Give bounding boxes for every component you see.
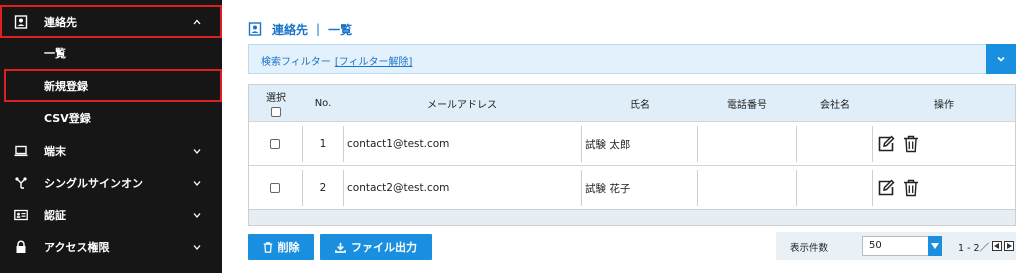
highlight-box-new	[4, 69, 222, 102]
per-page-dropdown-button[interactable]	[928, 236, 942, 256]
prev-page-button[interactable]	[992, 241, 1002, 251]
next-page-button[interactable]	[1004, 241, 1014, 251]
breadcrumb-page: 一覧	[328, 22, 353, 37]
filter-label: 検索フィルター	[261, 57, 331, 68]
trash-icon	[263, 241, 272, 253]
column-header-company: 会社名	[820, 99, 850, 111]
page-title: 連絡先 | 一覧	[248, 20, 352, 38]
table-row: 2 contact2@test.com 試験 花子	[249, 165, 1015, 209]
chevron-down-icon	[193, 213, 201, 218]
column-divider	[302, 126, 303, 162]
sidebar: 連絡先 一覧 新規登録 CSV登録 端末 シングルサインオン 認証 アクセス権限	[0, 0, 222, 273]
row-select-cell	[270, 166, 282, 210]
highlight-box-contacts	[0, 5, 222, 38]
sidebar-item-label: シングルサインオン	[44, 177, 143, 190]
sidebar-subitem-list[interactable]: 一覧	[0, 37, 222, 69]
export-button-label: ファイル出力	[351, 241, 417, 254]
chevron-down-icon	[193, 181, 201, 186]
sidebar-item-auth[interactable]: 認証	[0, 199, 222, 231]
column-divider	[302, 170, 303, 206]
column-divider	[343, 126, 344, 162]
row-actions	[877, 166, 921, 210]
column-divider	[872, 126, 873, 162]
edit-icon[interactable]	[877, 179, 895, 197]
export-button[interactable]: ファイル出力	[320, 234, 432, 260]
contacts-table: 選択 No. メールアドレス 氏名 電話番号 会社名 操作 1 contact1…	[248, 84, 1016, 226]
chevron-down-icon	[997, 56, 1005, 62]
row-phone	[701, 166, 795, 210]
triangle-right-icon	[1007, 243, 1012, 249]
row-company	[800, 122, 870, 166]
row-phone	[701, 122, 795, 166]
breadcrumb-section[interactable]: 連絡先	[272, 21, 308, 38]
row-no: 2	[319, 182, 327, 194]
pagination-bar: 表示件数 50 1 - 2／ 2	[776, 232, 1016, 260]
select-all-checkbox[interactable]	[271, 107, 281, 117]
sso-icon	[15, 177, 27, 189]
trash-icon[interactable]	[903, 135, 919, 153]
trash-icon[interactable]	[903, 179, 919, 197]
sidebar-subitem-csv[interactable]: CSV登録	[0, 102, 222, 134]
row-checkbox[interactable]	[270, 139, 280, 149]
delete-button-label: 削除	[277, 241, 300, 254]
row-no: 1	[319, 138, 327, 150]
row-checkbox[interactable]	[270, 183, 280, 193]
column-header-name: 氏名	[630, 99, 650, 111]
table-header: 選択 No. メールアドレス 氏名 電話番号 会社名 操作	[249, 85, 1015, 121]
table-row: 1 contact1@test.com 試験 太郎	[249, 121, 1015, 165]
download-icon	[335, 242, 346, 253]
column-header-actions: 操作	[934, 99, 954, 111]
edit-icon[interactable]	[877, 135, 895, 153]
sidebar-item-label: アクセス権限	[44, 241, 110, 254]
chevron-down-icon	[193, 245, 201, 250]
delete-button[interactable]: 削除	[248, 234, 314, 260]
column-divider	[581, 126, 582, 162]
row-email: contact1@test.com	[347, 138, 450, 150]
clear-filter-link[interactable]: [フィルター解除]	[335, 57, 413, 68]
filter-expand-button[interactable]	[986, 44, 1016, 74]
contact-icon	[248, 22, 262, 36]
filter-text: 検索フィルター [フィルター解除]	[261, 53, 412, 68]
sidebar-subitem-label: 一覧	[44, 47, 66, 60]
row-select-cell	[270, 122, 282, 166]
triangle-down-icon	[931, 243, 939, 249]
sidebar-item-sso[interactable]: シングルサインオン	[0, 167, 222, 199]
column-label: 選択	[266, 93, 286, 104]
search-filter-bar[interactable]: 検索フィルター [フィルター解除]	[248, 44, 1016, 74]
laptop-icon	[14, 145, 28, 157]
sidebar-subitem-label: CSV登録	[44, 112, 91, 125]
chevron-down-icon	[193, 149, 201, 154]
row-name: 試験 太郎	[585, 138, 631, 151]
column-divider	[343, 170, 344, 206]
column-divider	[581, 170, 582, 206]
column-divider	[796, 170, 797, 206]
column-divider	[796, 126, 797, 162]
column-header-no: No.	[314, 97, 332, 109]
lock-icon	[16, 240, 26, 253]
main-content: 連絡先 | 一覧 検索フィルター [フィルター解除] 選択 No. メールアドレス…	[248, 0, 1016, 273]
column-header-email: メールアドレス	[427, 99, 497, 111]
column-header-phone: 電話番号	[727, 99, 767, 111]
row-actions	[877, 122, 921, 166]
sidebar-item-access[interactable]: アクセス権限	[0, 231, 222, 263]
sidebar-item-label: 認証	[44, 209, 66, 222]
table-footer	[249, 209, 1015, 225]
per-page-label: 表示件数	[790, 243, 829, 254]
column-divider	[697, 170, 698, 206]
column-header-select: 選択	[259, 85, 293, 121]
column-divider	[697, 126, 698, 162]
sidebar-item-label: 端末	[44, 145, 66, 158]
row-company	[800, 166, 870, 210]
sidebar-item-devices[interactable]: 端末	[0, 135, 222, 167]
column-divider	[872, 170, 873, 206]
row-email: contact2@test.com	[347, 182, 450, 194]
triangle-left-icon	[994, 243, 999, 249]
breadcrumb-separator: |	[316, 22, 321, 36]
id-card-icon	[14, 209, 28, 221]
row-name: 試験 花子	[585, 182, 631, 195]
